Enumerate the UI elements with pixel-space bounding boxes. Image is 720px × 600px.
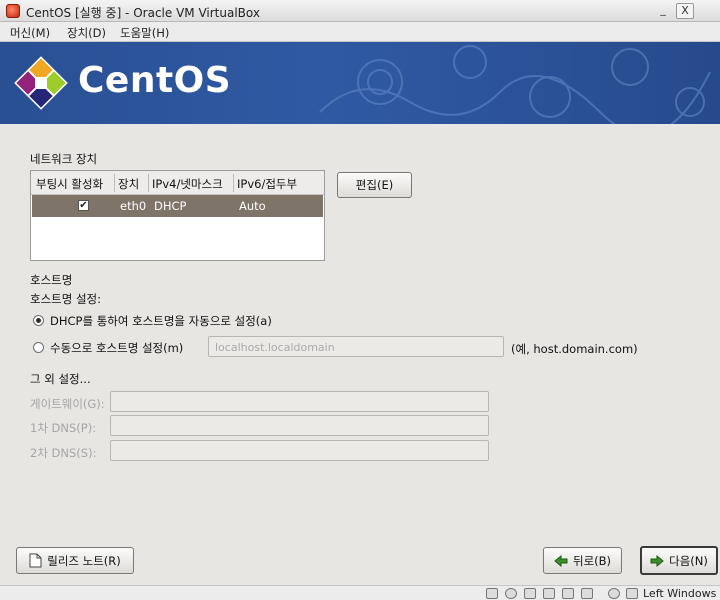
window-title: CentOS [실행 중] - Oracle VM VirtualBox: [26, 6, 260, 20]
centos-logo-icon: [14, 56, 68, 110]
centos-banner: CentOS: [0, 42, 720, 124]
other-settings-heading: 그 외 설정...: [30, 372, 91, 386]
table-header: 부팅시 활성화 장치 IPv4/넷마스크 IPv6/접두부: [31, 171, 324, 195]
mouse-integration-icon[interactable]: [608, 588, 620, 599]
ipv6-cell: Auto: [239, 199, 266, 213]
hostname-example: (예, host.domain.com): [511, 342, 638, 356]
host-key-label: Left Windows: [643, 587, 717, 600]
back-label: 뒤로(B): [572, 553, 612, 568]
next-label: 다음(N): [669, 553, 708, 568]
hostname-input[interactable]: localhost.localdomain: [208, 336, 504, 357]
centos-wordmark: CentOS: [78, 60, 232, 101]
release-notes-label: 릴리즈 노트(R): [47, 553, 121, 568]
active-checkbox[interactable]: ✔: [78, 200, 89, 211]
close-button[interactable]: X: [676, 3, 694, 19]
dhcp-hostname-radio[interactable]: [33, 315, 44, 326]
dns1-input[interactable]: [110, 415, 489, 436]
virtualbox-icon: [6, 4, 20, 18]
ipv4-cell: DHCP: [154, 199, 187, 213]
back-button[interactable]: 뒤로(B): [543, 547, 622, 574]
hostname-subheading: 호스트명 설정:: [30, 292, 102, 306]
host-key-icon: [626, 588, 638, 599]
vm-statusbar: Left Windows: [0, 585, 720, 600]
column-header-ipv6[interactable]: IPv6/접두부: [237, 176, 297, 192]
dhcp-hostname-label[interactable]: DHCP를 통하여 호스트명을 자동으로 설정(a): [50, 313, 272, 329]
window-titlebar: CentOS [실행 중] - Oracle VM VirtualBox _ X: [0, 0, 720, 22]
manual-hostname-radio[interactable]: [33, 342, 44, 353]
network-icon[interactable]: [543, 588, 555, 599]
dns1-label: 1차 DNS(P):: [30, 421, 97, 435]
optical-drive-icon[interactable]: [505, 588, 517, 599]
hostname-heading: 호스트명: [30, 273, 73, 287]
column-header-active[interactable]: 부팅시 활성화: [36, 176, 103, 192]
column-header-device[interactable]: 장치: [118, 176, 139, 192]
edit-button[interactable]: 편집(E): [337, 172, 412, 198]
menu-machine[interactable]: 머신(M): [10, 25, 50, 41]
document-icon: [29, 553, 42, 568]
network-heading: 네트워크 장치: [30, 152, 98, 166]
release-notes-button[interactable]: 릴리즈 노트(R): [16, 547, 134, 574]
decorative-swirl-icon: [319, 45, 711, 124]
usb-icon[interactable]: [524, 588, 536, 599]
network-device-table[interactable]: 부팅시 활성화 장치 IPv4/넷마스크 IPv6/접두부 ✔ eth0 DHC…: [30, 170, 325, 261]
table-row[interactable]: ✔ eth0 DHCP Auto: [32, 195, 323, 217]
gateway-label: 게이트웨이(G):: [30, 397, 105, 411]
dns2-input[interactable]: [110, 440, 489, 461]
device-cell: eth0: [120, 199, 147, 213]
menu-help[interactable]: 도움말(H): [120, 25, 169, 41]
gateway-input[interactable]: [110, 391, 489, 412]
menu-devices[interactable]: 장치(D): [67, 25, 106, 41]
edit-button-label: 편집(E): [355, 178, 394, 192]
manual-hostname-label[interactable]: 수동으로 호스트명 설정(m): [50, 340, 183, 356]
menu-bar: 머신(M) 장치(D) 도움말(H): [0, 22, 720, 42]
hard-disk-icon[interactable]: [486, 588, 498, 599]
column-header-ipv4[interactable]: IPv4/넷마스크: [152, 176, 223, 192]
minimize-button[interactable]: _: [654, 3, 672, 19]
dns2-label: 2차 DNS(S):: [30, 446, 97, 460]
shared-folder-icon[interactable]: [562, 588, 574, 599]
next-button[interactable]: 다음(N): [640, 546, 718, 575]
arrow-left-icon: [554, 554, 568, 567]
arrow-right-icon: [650, 554, 664, 567]
display-icon[interactable]: [581, 588, 593, 599]
